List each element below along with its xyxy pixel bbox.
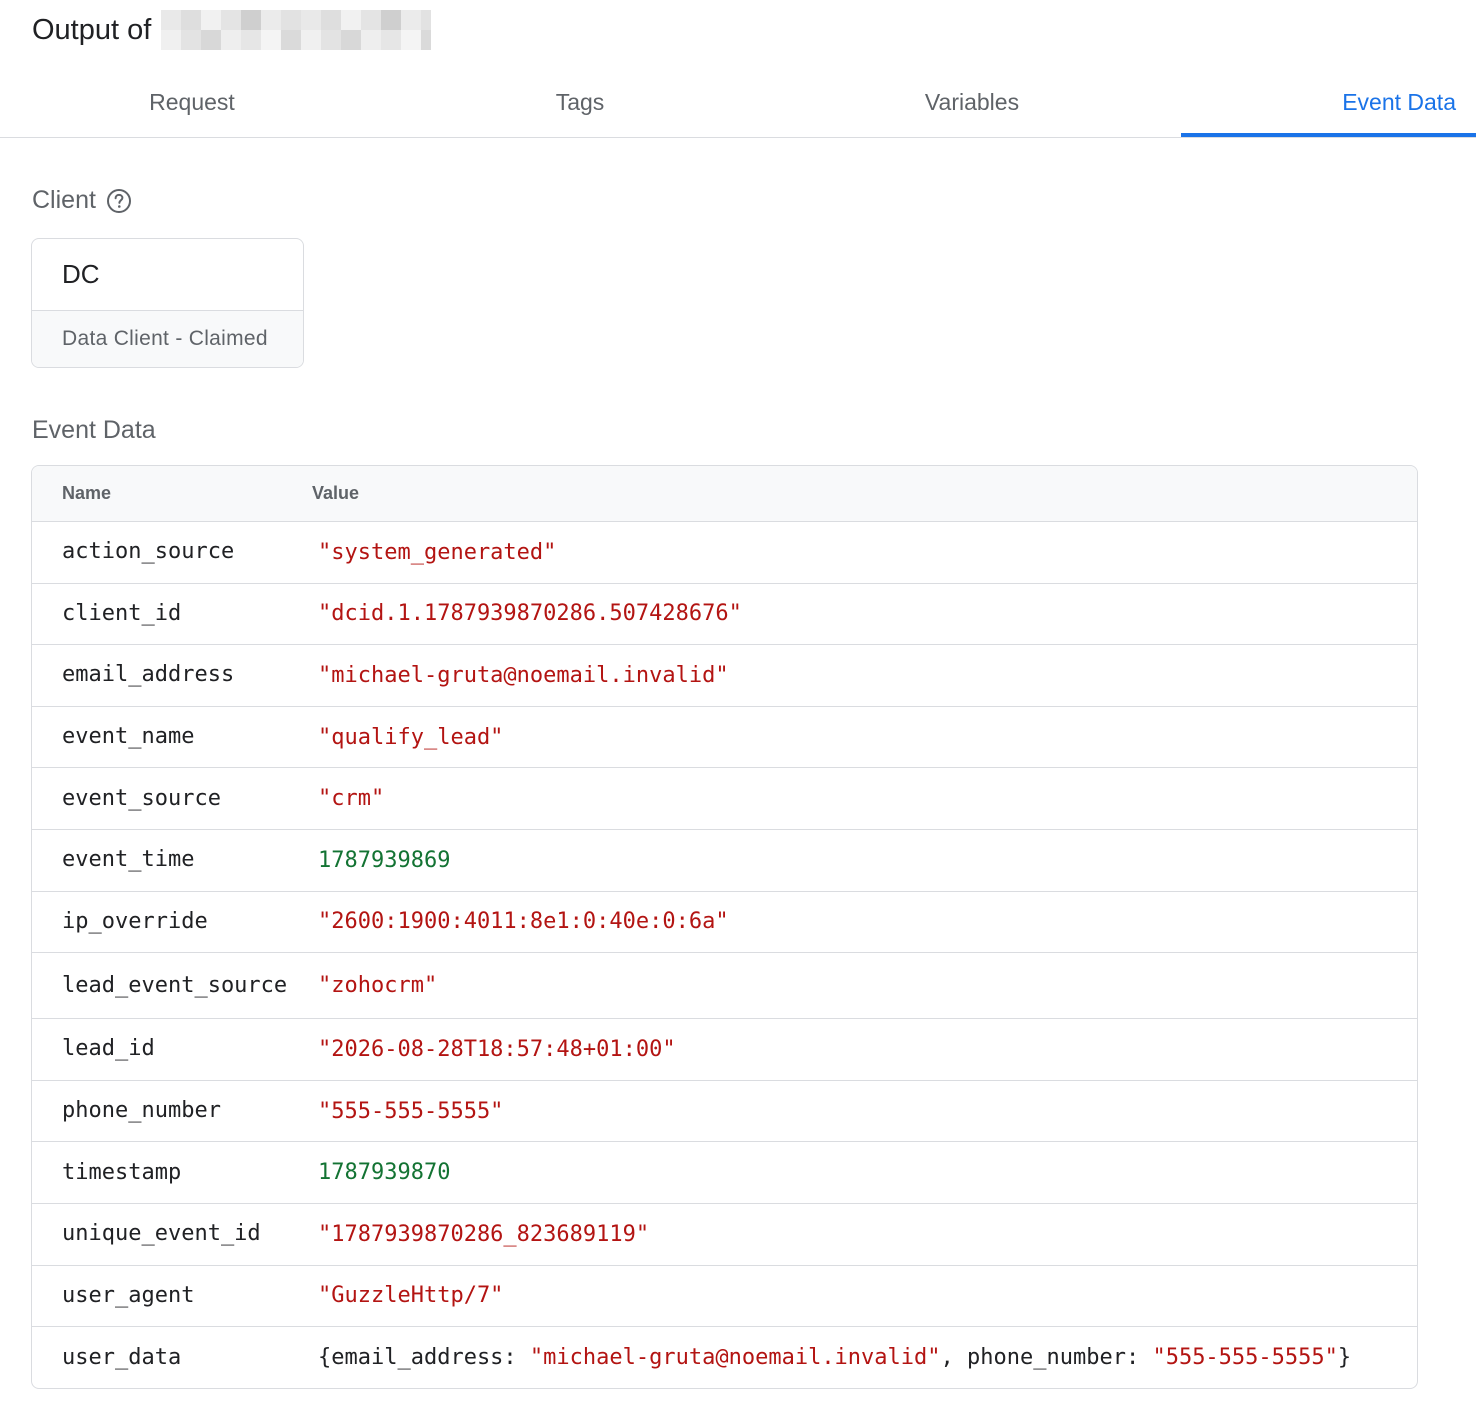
- row-value: "qualify_lead": [318, 724, 504, 750]
- client-card[interactable]: DC Data Client - Claimed: [31, 238, 304, 368]
- row-name: timestamp: [62, 1159, 182, 1185]
- row-value-part: {email_address:: [318, 1345, 530, 1371]
- row-value-part: "555-555-5555": [1152, 1345, 1338, 1371]
- event-data-section-header: Event Data: [32, 416, 156, 445]
- client-name: Data Client - Claimed: [32, 311, 303, 367]
- row-name: phone_number: [62, 1098, 221, 1124]
- event-data-section-label: Event Data: [32, 416, 156, 444]
- client-section-label: Client: [32, 186, 96, 214]
- row-name: unique_event_id: [62, 1221, 261, 1247]
- row-value: "2026-08-28T18:57:48+01:00": [318, 1036, 676, 1062]
- tab-bar: Request Tags Variables Event Data: [0, 68, 1476, 138]
- tab-event-data[interactable]: Event Data: [1181, 68, 1476, 136]
- client-abbreviation: DC: [32, 239, 303, 311]
- table-row: event_time 1787939869: [32, 830, 1417, 892]
- row-value: "system_generated": [318, 539, 557, 565]
- help-circle-icon[interactable]: [106, 188, 132, 214]
- row-value: "2600:1900:4011:8e1:0:40e:0:6a": [318, 909, 729, 935]
- row-name: user_data: [62, 1344, 182, 1370]
- row-value-part: }: [1337, 1345, 1352, 1371]
- row-name: event_time: [62, 847, 195, 873]
- table-row: action_source "system_generated": [32, 522, 1417, 584]
- table-row: client_id "dcid.1.1787939870286.507428676…: [32, 584, 1417, 646]
- row-value: "dcid.1.1787939870286.507428676": [318, 601, 742, 627]
- table-row: email_address "michael-gruta@noemail.inva…: [32, 645, 1417, 707]
- row-value: "michael-gruta@noemail.invalid": [318, 662, 729, 688]
- row-name: event_name: [62, 724, 195, 750]
- row-name: ip_override: [62, 908, 208, 934]
- client-section-header: Client: [32, 186, 132, 215]
- tab-request[interactable]: Request: [0, 68, 384, 136]
- table-row: event_source "crm": [32, 768, 1417, 830]
- event-data-table: Name Value action_source "system_generate…: [31, 465, 1418, 1389]
- table-row: phone_number "555-555-5555": [32, 1081, 1417, 1143]
- row-value-part: , phone_number:: [940, 1345, 1153, 1371]
- table-row: user_data {email_address: "michael-gruta@…: [32, 1327, 1417, 1388]
- table-row: ip_override "2600:1900:4011:8e1:0:40e:0:6…: [32, 892, 1417, 954]
- row-name: action_source: [62, 539, 235, 565]
- table-row: lead_id "2026-08-28T18:57:48+01:00": [32, 1019, 1417, 1081]
- table-row: lead_event_source "zohocrm": [32, 953, 1417, 1020]
- column-header-name: Name: [62, 483, 112, 503]
- row-name: client_id: [62, 600, 182, 626]
- row-value-part: "michael-gruta@noemail.invalid": [529, 1345, 941, 1371]
- tab-tags[interactable]: Tags: [384, 68, 776, 136]
- row-value: 1787939869: [318, 847, 451, 873]
- table-row: unique_event_id "1787939870286_823689119": [32, 1204, 1417, 1266]
- row-name: email_address: [62, 662, 235, 688]
- table-row: event_name "qualify_lead": [32, 707, 1417, 769]
- active-tab-indicator: [1181, 133, 1476, 137]
- table-body: action_source "system_generated" client_id…: [32, 522, 1417, 1388]
- row-value: "crm": [318, 786, 385, 812]
- table-row: user_agent "GuzzleHttp/7": [32, 1266, 1417, 1328]
- row-name: lead_event_source: [62, 972, 288, 998]
- row-name: event_source: [62, 785, 221, 811]
- page-header: Output of: [32, 8, 432, 52]
- column-header-value: Value: [312, 483, 360, 503]
- page-title: Output of: [32, 13, 152, 46]
- row-value: {email_address: "michael-gruta@noemail.i…: [312, 1345, 1351, 1370]
- row-name: user_agent: [62, 1282, 195, 1308]
- row-value: "zohocrm": [318, 973, 438, 999]
- table-row: timestamp 1787939870: [32, 1142, 1417, 1204]
- row-name: lead_id: [62, 1036, 155, 1062]
- row-value: 1787939870: [318, 1160, 451, 1186]
- row-value: "1787939870286_823689119": [318, 1221, 650, 1247]
- table-header: Name Value: [32, 466, 1417, 522]
- row-value: "555-555-5555": [318, 1098, 504, 1124]
- row-value: "GuzzleHttp/7": [318, 1283, 504, 1309]
- redacted-container-name: [161, 10, 432, 50]
- tab-variables[interactable]: Variables: [776, 68, 1168, 136]
